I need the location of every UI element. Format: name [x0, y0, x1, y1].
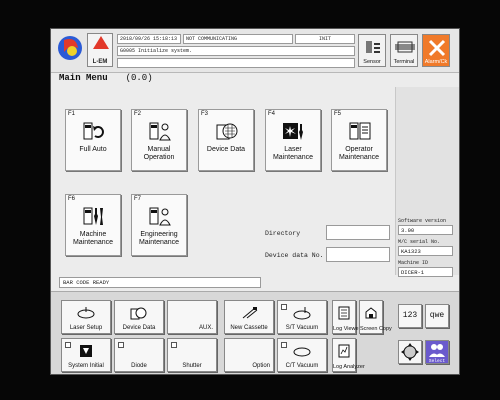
- comm-status: NOT COMMUNICATING: [183, 34, 293, 44]
- status-bar: BAR CODE READY: [59, 277, 261, 288]
- log-viewer-button[interactable]: Log Viewer: [332, 300, 360, 334]
- sensor-label: Sensor: [363, 59, 381, 65]
- menu-manual-operation[interactable]: F2 Manual Operation: [131, 109, 187, 171]
- device-data-small-icon: [130, 307, 147, 320]
- numeric-keypad-button[interactable]: 123: [398, 304, 422, 328]
- header-bar: L-EM 2018/09/26 15:18:13 NOT COMMUNICATI…: [51, 29, 459, 73]
- manual-operation-icon: [149, 122, 171, 141]
- ct-vacuum-icon: [293, 347, 311, 357]
- aux-button[interactable]: AUX.: [167, 300, 217, 334]
- alarm-label: Alarm/Ck: [424, 59, 448, 65]
- machine-id-value: DICER-1: [398, 267, 453, 277]
- st-vacuum-icon: [293, 307, 311, 320]
- datetime: 2018/09/26 15:18:13: [117, 34, 181, 44]
- mode-status: INIT: [295, 34, 355, 44]
- machine-id-label: Machine ID: [398, 260, 429, 266]
- log-viewer-icon: [338, 306, 350, 320]
- directory-field[interactable]: [326, 225, 390, 240]
- menu-laser-maintenance[interactable]: F4 Laser Maintenance: [265, 109, 321, 171]
- terminal-icon: [395, 41, 415, 53]
- menu-device-data[interactable]: F3 Device Data: [198, 109, 254, 171]
- system-message: G0005 Initialize system.: [117, 46, 355, 56]
- sensor-icon: [366, 41, 380, 53]
- screen-copy-icon: [365, 307, 377, 319]
- shutter-checkbox[interactable]: [171, 342, 177, 348]
- software-version-value: 3.00: [398, 225, 453, 235]
- device-data-no-field[interactable]: [326, 247, 390, 262]
- system-initial-checkbox[interactable]: [65, 342, 71, 348]
- log-analyzer-icon: [338, 344, 350, 358]
- alarm-icon: [428, 39, 446, 57]
- st-vacuum-checkbox[interactable]: [281, 304, 287, 310]
- screen-copy-button[interactable]: Screen Copy: [359, 300, 392, 334]
- ct-vacuum-button[interactable]: C/T Vacuum: [277, 338, 327, 372]
- engineering-maintenance-icon: [149, 207, 171, 226]
- ct-vacuum-checkbox[interactable]: [281, 342, 287, 348]
- keyboard-button[interactable]: qwe: [425, 304, 449, 328]
- system-initial-button[interactable]: System Initial: [61, 338, 111, 372]
- laser-setup-button[interactable]: Laser Setup: [61, 300, 111, 334]
- laser-setup-icon: [77, 307, 95, 319]
- new-cassette-icon: [242, 307, 258, 319]
- serial-no-label: M/C serial No.: [398, 239, 441, 245]
- lem-label: L-EM: [92, 59, 108, 65]
- lem-button[interactable]: L-EM: [87, 33, 113, 67]
- device-data-no-label: Device data No.: [265, 252, 324, 259]
- diode-button[interactable]: Diode: [114, 338, 164, 372]
- menu-operator-maintenance[interactable]: F5 Operator Maintenance: [331, 109, 387, 171]
- device-data-icon: [216, 123, 238, 140]
- terminal-label: Terminal: [393, 59, 415, 65]
- users-icon: [429, 344, 445, 357]
- option-button[interactable]: Option: [224, 338, 274, 372]
- laser-warning-icon: [93, 36, 109, 49]
- info-panel: Software version 3.00 M/C serial No. KA1…: [395, 87, 459, 277]
- diode-checkbox[interactable]: [118, 342, 124, 348]
- page-title: Main Menu (0.0): [59, 73, 153, 83]
- software-version-label: Software version: [398, 218, 447, 224]
- menu-engineering-maintenance[interactable]: F7 Engineering Maintenance: [131, 194, 187, 256]
- app-screen: L-EM 2018/09/26 15:18:13 NOT COMMUNICATI…: [50, 28, 460, 375]
- direction-pad-icon: [401, 343, 419, 361]
- sensor-button[interactable]: Sensor: [358, 34, 386, 67]
- select-label: Select: [428, 359, 446, 364]
- menu-full-auto[interactable]: F1 Full Auto: [65, 109, 121, 171]
- log-analyzer-button[interactable]: Log Analyzer: [332, 338, 365, 372]
- alarm-button[interactable]: Alarm/Ck: [422, 34, 450, 67]
- full-auto-icon: [83, 122, 104, 140]
- st-vacuum-button[interactable]: S/T Vacuum: [277, 300, 327, 334]
- terminal-button[interactable]: Terminal: [390, 34, 418, 67]
- device-data-button[interactable]: Device Data: [114, 300, 164, 334]
- operator-maintenance-icon: [349, 122, 371, 140]
- select-button[interactable]: Select: [425, 340, 449, 364]
- company-logo-icon: [58, 36, 82, 60]
- serial-no-value: KA1323: [398, 246, 453, 256]
- machine-maintenance-icon: [83, 207, 103, 225]
- laser-maintenance-icon: [283, 123, 303, 140]
- directory-label: Directory: [265, 230, 301, 237]
- system-message-2: [117, 58, 355, 68]
- menu-machine-maintenance[interactable]: F6 Machine Maintenance: [65, 194, 121, 256]
- direction-pad-button[interactable]: [398, 340, 422, 364]
- new-cassette-button[interactable]: New Cassette: [224, 300, 274, 334]
- system-initial-icon: [80, 345, 92, 357]
- shutter-button[interactable]: Shutter: [167, 338, 217, 372]
- page-code: (0.0): [125, 73, 153, 83]
- bottom-toolbar: Laser Setup Device Data AUX. New Cassett…: [51, 291, 459, 374]
